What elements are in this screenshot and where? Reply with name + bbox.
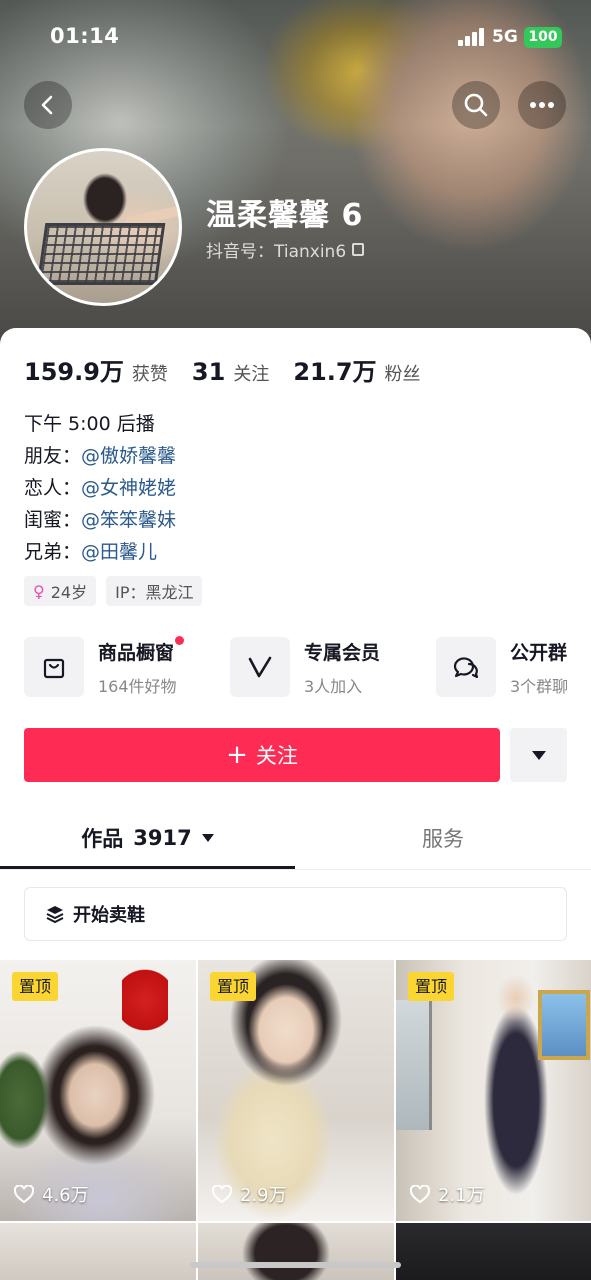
video-likes: 4.6万 xyxy=(14,1181,89,1207)
stat-following-value: 31 xyxy=(191,358,226,386)
mention-link[interactable]: @傲娇馨馨 xyxy=(81,445,176,467)
profile-stats: 159.9万 获赞 31 关注 21.7万 粉丝 xyxy=(24,352,445,387)
service-public-group[interactable]: 公开群 3个群聊 xyxy=(436,636,568,698)
tab-service-label: 服务 xyxy=(422,827,464,851)
service-subtitle: 3人加入 xyxy=(304,676,363,696)
relation-label: 朋友： xyxy=(24,445,82,467)
video-likes: 2.1万 xyxy=(410,1181,485,1207)
stat-following[interactable]: 31 关注 xyxy=(192,358,269,386)
video-thumbnail[interactable] xyxy=(0,1223,196,1280)
group-chat-icon xyxy=(436,637,496,697)
notification-dot xyxy=(175,636,185,645)
tab-works-label: 作品 xyxy=(81,827,124,851)
collection-entry[interactable]: 开始卖鞋 xyxy=(24,887,567,941)
service-entries: 商品橱窗 164件好物 专属会员 3人加入 公开群 3个群聊 xyxy=(24,636,591,698)
service-title: 商品橱窗 xyxy=(98,636,185,665)
heart-icon xyxy=(212,1185,232,1203)
back-button[interactable] xyxy=(24,81,72,129)
bio-relation-row: 朋友：@傲娇馨馨 xyxy=(24,440,176,472)
profile-tags: ♀ 24岁 IP：黑龙江 xyxy=(24,576,203,606)
more-button[interactable] xyxy=(518,81,566,129)
profile-tabs: 作品 3917 服务 xyxy=(0,808,591,870)
stat-likes[interactable]: 159.9万 获赞 xyxy=(24,352,168,387)
profile-nickname: 温柔馨馨 6 xyxy=(206,198,364,233)
pinned-badge: 置顶 xyxy=(408,972,455,1001)
plus-icon: + xyxy=(226,740,248,770)
relation-label: 闺蜜： xyxy=(24,509,82,531)
video-thumbnail[interactable]: 置顶 2.1万 xyxy=(396,960,591,1221)
pinned-badge: 置顶 xyxy=(210,972,257,1001)
profile-card: 159.9万 获赞 31 关注 21.7万 粉丝 下午 5:00 后播 朋友：@… xyxy=(0,328,591,1280)
vip-v-icon xyxy=(230,637,290,697)
collection-label: 开始卖鞋 xyxy=(73,905,145,926)
tab-works[interactable]: 作品 3917 xyxy=(0,808,295,868)
stat-followers[interactable]: 21.7万 粉丝 xyxy=(293,352,420,387)
stat-likes-label: 获赞 xyxy=(131,364,168,385)
video-thumbnail[interactable] xyxy=(198,1223,394,1280)
tab-service[interactable]: 服务 xyxy=(295,808,591,868)
more-dots-icon xyxy=(530,102,554,108)
video-grid: 置顶 4.6万 置顶 2.9万 置顶 2.1万 xyxy=(0,960,591,1280)
status-time: 01:14 xyxy=(50,24,120,48)
video-likes-count: 2.9万 xyxy=(240,1185,287,1206)
heart-icon xyxy=(14,1185,34,1203)
mention-link[interactable]: @笨笨馨妹 xyxy=(81,509,176,531)
stat-likes-value: 159.9万 xyxy=(24,358,124,386)
pinned-badge: 置顶 xyxy=(12,972,59,1001)
stat-followers-value: 21.7万 xyxy=(293,358,377,386)
active-tab-indicator xyxy=(0,866,295,869)
shopping-bag-icon xyxy=(24,637,84,697)
service-subtitle: 164件好物 xyxy=(98,676,177,696)
heart-icon xyxy=(410,1185,430,1203)
bio-relation-row: 兄弟：@田馨儿 xyxy=(24,536,176,568)
service-title: 公开群 xyxy=(510,641,568,664)
video-likes-count: 2.1万 xyxy=(438,1185,485,1206)
profile-bio: 下午 5:00 后播 朋友：@傲娇馨馨 恋人：@女神姥姥 闺蜜：@笨笨馨妹 兄弟… xyxy=(24,408,176,568)
follow-button[interactable]: + 关注 xyxy=(24,728,500,782)
douyin-id-text: 抖音号：Tianxin6 xyxy=(206,242,347,262)
recommend-dropdown-button[interactable] xyxy=(510,728,567,782)
bio-line: 下午 5:00 后播 xyxy=(24,413,155,435)
tab-works-count: 3917 xyxy=(133,826,192,850)
ip-text: IP：黑龙江 xyxy=(115,583,194,602)
service-vip-membership[interactable]: 专属会员 3人加入 xyxy=(230,636,380,698)
cellular-signal-icon xyxy=(458,28,486,46)
video-thumbnail[interactable]: 置顶 2.9万 xyxy=(198,960,394,1221)
network-type: 5G xyxy=(492,27,518,47)
caret-down-icon xyxy=(201,834,214,842)
service-subtitle: 3个群聊 xyxy=(510,676,569,696)
video-thumbnail[interactable] xyxy=(396,1223,591,1280)
bio-relation-row: 闺蜜：@笨笨馨妹 xyxy=(24,504,176,536)
layers-icon xyxy=(46,906,64,924)
search-button[interactable] xyxy=(452,81,500,129)
home-indicator xyxy=(190,1262,401,1268)
age-tag: ♀ 24岁 xyxy=(24,576,97,606)
follow-label: 关注 xyxy=(255,744,298,768)
service-title: 专属会员 xyxy=(304,641,381,664)
video-thumbnail[interactable]: 置顶 4.6万 xyxy=(0,960,196,1221)
douyin-id[interactable]: 抖音号：Tianxin6 xyxy=(206,237,365,262)
relation-label: 恋人： xyxy=(24,477,82,499)
battery-icon: 100 xyxy=(524,27,562,48)
copy-icon[interactable] xyxy=(352,243,365,256)
status-bar: 01:14 5G 100 xyxy=(0,0,591,72)
video-likes-count: 4.6万 xyxy=(42,1185,89,1206)
service-shop-window[interactable]: 商品橱窗 164件好物 xyxy=(24,636,185,698)
ip-tag: IP：黑龙江 xyxy=(106,576,203,606)
female-gender-icon: ♀ xyxy=(33,581,45,601)
relation-label: 兄弟： xyxy=(24,541,82,563)
mention-link[interactable]: @田馨儿 xyxy=(81,541,157,563)
search-icon xyxy=(464,93,488,117)
avatar[interactable] xyxy=(24,148,182,306)
video-likes: 2.9万 xyxy=(212,1181,287,1207)
age-text: 24岁 xyxy=(50,583,88,602)
mention-link[interactable]: @女神姥姥 xyxy=(81,477,176,499)
chevron-left-icon xyxy=(41,95,53,115)
stat-following-label: 关注 xyxy=(233,364,270,385)
bio-relation-row: 恋人：@女神姥姥 xyxy=(24,472,176,504)
caret-down-icon xyxy=(531,750,546,760)
stat-followers-label: 粉丝 xyxy=(384,364,421,385)
